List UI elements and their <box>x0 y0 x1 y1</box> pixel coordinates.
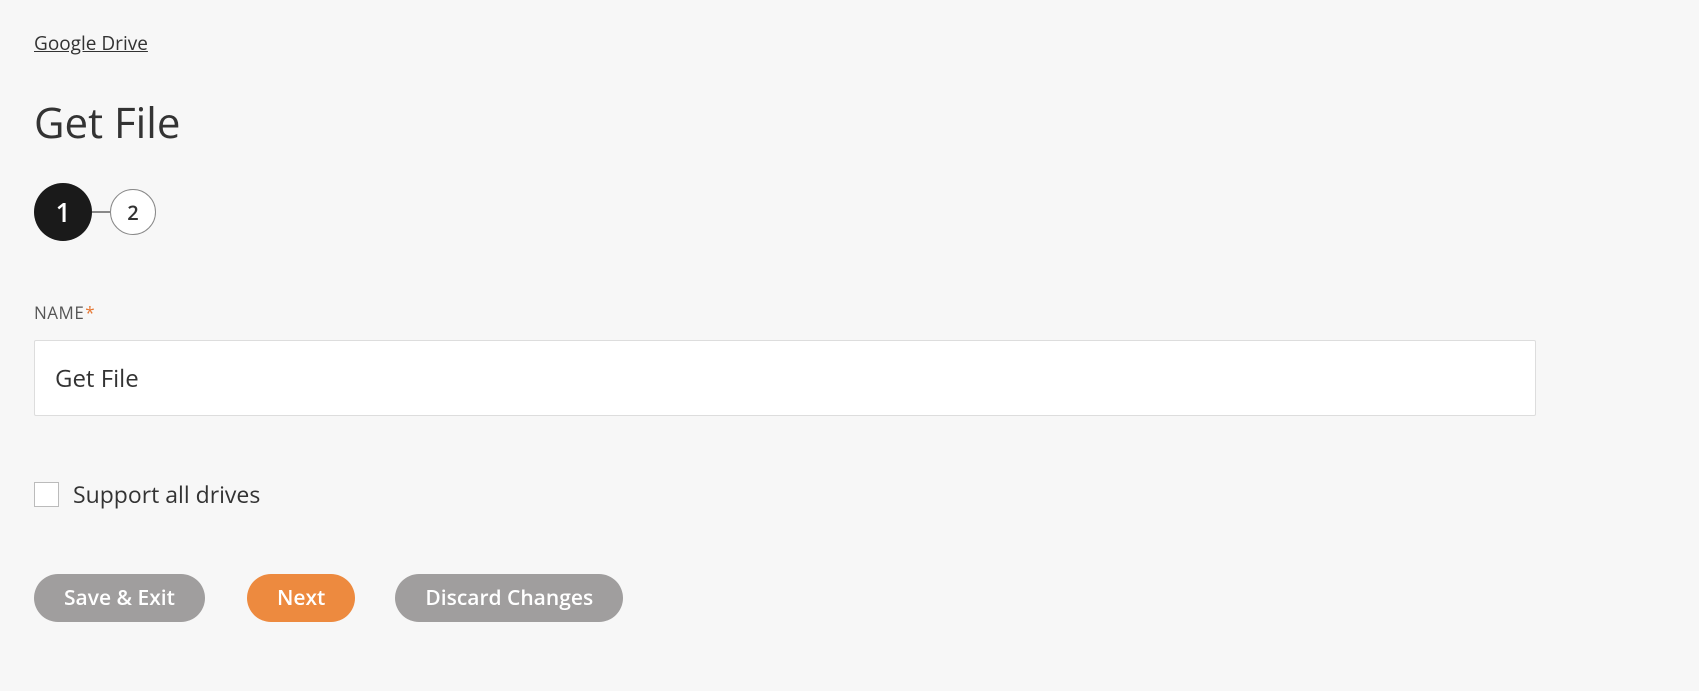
name-input[interactable] <box>34 340 1536 416</box>
next-button[interactable]: Next <box>247 574 355 622</box>
required-asterisk-icon: * <box>85 301 95 324</box>
support-all-drives-label[interactable]: Support all drives <box>73 478 260 510</box>
stepper: 1 2 <box>34 183 1665 241</box>
discard-changes-button[interactable]: Discard Changes <box>395 574 623 622</box>
step-connector <box>92 211 110 213</box>
support-all-drives-checkbox[interactable] <box>34 482 59 507</box>
page-title: Get File <box>34 94 1665 151</box>
name-label-text: NAME <box>34 301 84 324</box>
breadcrumb-link[interactable]: Google Drive <box>34 30 148 56</box>
button-row: Save & Exit Next Discard Changes <box>34 574 1665 622</box>
support-all-drives-row: Support all drives <box>34 478 1665 510</box>
name-label: NAME* <box>34 301 1665 324</box>
name-field-group: NAME* <box>34 301 1665 416</box>
save-exit-button[interactable]: Save & Exit <box>34 574 205 622</box>
step-1[interactable]: 1 <box>34 183 92 241</box>
step-2[interactable]: 2 <box>110 189 156 235</box>
